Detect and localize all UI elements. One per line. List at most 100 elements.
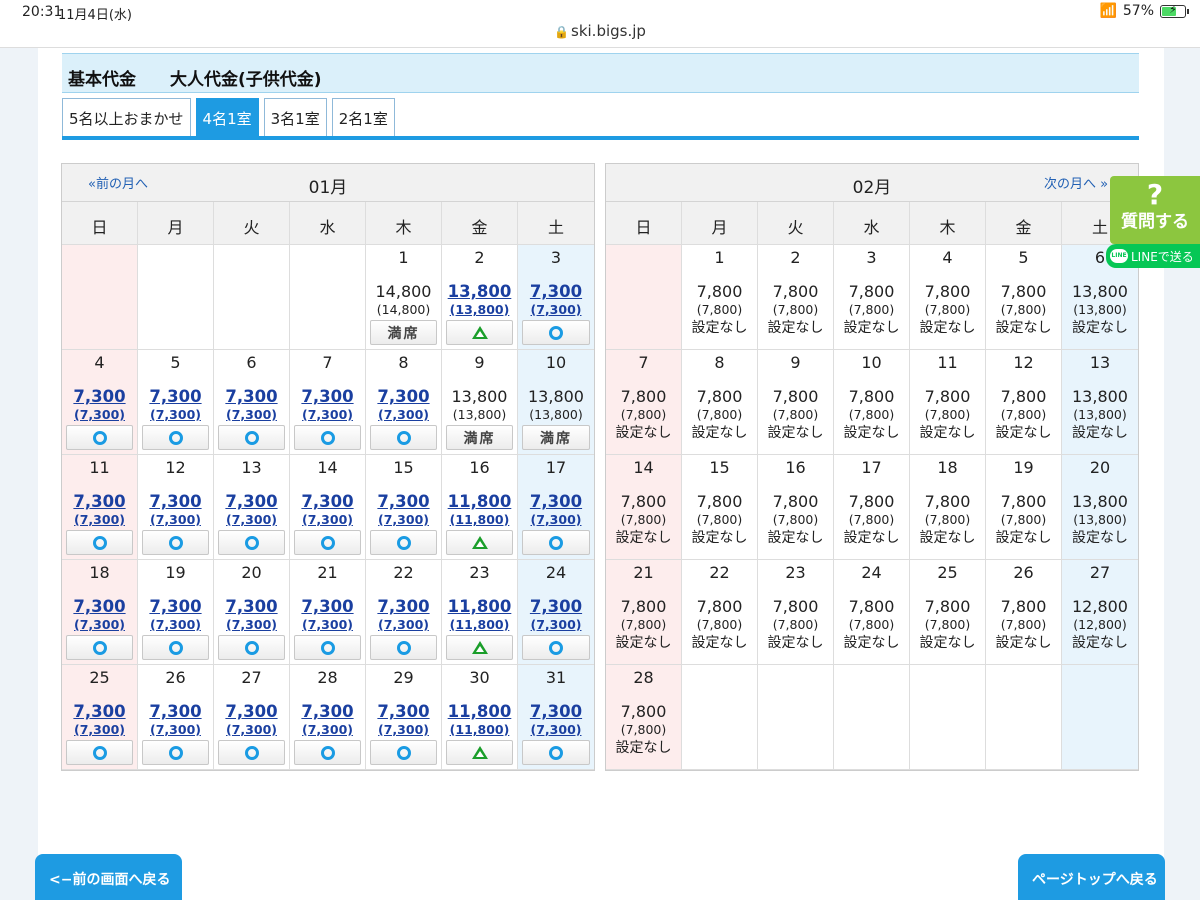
adult-price[interactable]: 13,800 <box>442 282 517 301</box>
child-price[interactable]: (7,300) <box>366 407 441 422</box>
calendar-january: «前の月へ 01月 日月火水木金土 1 14,800 (14,800) 満席 2 13,80… <box>61 163 595 771</box>
availability-badge[interactable] <box>370 740 437 765</box>
availability-badge[interactable] <box>142 530 209 555</box>
day-cell: 18 7,800 (7,800) 設定なし <box>910 455 986 560</box>
availability-badge[interactable] <box>218 635 285 660</box>
tab-2-per-room[interactable]: 2名1室 <box>331 98 395 136</box>
child-price[interactable]: (7,300) <box>62 617 137 632</box>
availability-badge[interactable]: 満席 <box>522 425 590 450</box>
adult-price[interactable]: 7,300 <box>62 492 137 511</box>
child-price[interactable]: (7,300) <box>214 512 289 527</box>
adult-price[interactable]: 7,300 <box>62 702 137 721</box>
adult-price[interactable]: 7,300 <box>138 492 213 511</box>
child-price[interactable]: (7,300) <box>214 617 289 632</box>
adult-price[interactable]: 7,300 <box>366 492 441 511</box>
availability-badge[interactable] <box>66 425 133 450</box>
availability-badge[interactable] <box>446 740 513 765</box>
back-button[interactable]: <−前の画面へ戻る <box>35 854 182 900</box>
child-price[interactable]: (11,800) <box>442 722 517 737</box>
child-price[interactable]: (7,300) <box>62 407 137 422</box>
child-price[interactable]: (7,300) <box>518 722 594 737</box>
tab-5-or-more[interactable]: 5名以上おまかせ <box>62 98 191 136</box>
adult-price[interactable]: 7,300 <box>518 282 594 301</box>
adult-price[interactable]: 7,300 <box>214 387 289 406</box>
line-share-button[interactable]: LINE LINEで送る <box>1106 244 1200 268</box>
adult-price[interactable]: 7,300 <box>62 387 137 406</box>
adult-price[interactable]: 7,300 <box>138 702 213 721</box>
adult-price[interactable]: 7,300 <box>214 492 289 511</box>
availability-badge[interactable] <box>142 635 209 660</box>
question-button[interactable]: ? 質問する <box>1110 176 1200 244</box>
adult-price[interactable]: 11,800 <box>442 702 517 721</box>
next-month-link[interactable]: 次の月へ » <box>1044 173 1108 192</box>
child-price[interactable]: (7,300) <box>214 722 289 737</box>
adult-price[interactable]: 7,300 <box>290 492 365 511</box>
adult-price[interactable]: 7,300 <box>214 597 289 616</box>
adult-price[interactable]: 11,800 <box>442 492 517 511</box>
availability-badge[interactable] <box>370 635 437 660</box>
availability-badge[interactable] <box>218 530 285 555</box>
child-price[interactable]: (7,300) <box>62 512 137 527</box>
adult-price[interactable]: 7,300 <box>62 597 137 616</box>
adult-price[interactable]: 7,300 <box>138 597 213 616</box>
adult-price[interactable]: 11,800 <box>442 597 517 616</box>
address-bar[interactable]: 🔒 ski.bigs.jp <box>0 22 1200 40</box>
child-price[interactable]: (7,300) <box>138 407 213 422</box>
child-price[interactable]: (11,800) <box>442 617 517 632</box>
adult-price[interactable]: 7,300 <box>366 702 441 721</box>
availability-badge[interactable] <box>522 635 590 660</box>
adult-price[interactable]: 7,300 <box>290 387 365 406</box>
availability-badge[interactable] <box>446 635 513 660</box>
day-cell: 19 7,300 (7,300) <box>138 560 214 665</box>
availability-badge[interactable] <box>294 740 361 765</box>
availability-badge[interactable] <box>294 425 361 450</box>
availability-badge[interactable] <box>370 425 437 450</box>
child-price[interactable]: (7,300) <box>366 617 441 632</box>
child-price[interactable]: (7,300) <box>290 722 365 737</box>
availability-badge[interactable] <box>66 530 133 555</box>
child-price[interactable]: (7,300) <box>214 407 289 422</box>
child-price[interactable]: (7,300) <box>366 722 441 737</box>
availability-badge[interactable] <box>66 740 133 765</box>
adult-price[interactable]: 7,300 <box>290 702 365 721</box>
adult-price[interactable]: 7,300 <box>290 597 365 616</box>
child-price[interactable]: (7,300) <box>138 722 213 737</box>
availability-badge[interactable] <box>66 635 133 660</box>
adult-price[interactable]: 7,300 <box>366 387 441 406</box>
tab-4-per-room[interactable]: 4名1室 <box>195 98 259 136</box>
availability-badge[interactable] <box>446 320 513 345</box>
child-price[interactable]: (7,300) <box>290 617 365 632</box>
adult-price[interactable]: 7,300 <box>366 597 441 616</box>
availability-badge[interactable] <box>370 530 437 555</box>
child-price[interactable]: (7,300) <box>62 722 137 737</box>
adult-price[interactable]: 7,300 <box>518 702 594 721</box>
page-top-button[interactable]: ページトップへ戻る <box>1018 854 1165 900</box>
availability-badge[interactable] <box>142 740 209 765</box>
child-price[interactable]: (7,300) <box>138 512 213 527</box>
child-price[interactable]: (7,300) <box>366 512 441 527</box>
availability-badge[interactable] <box>218 740 285 765</box>
availability-badge[interactable] <box>294 530 361 555</box>
child-price[interactable]: (11,800) <box>442 512 517 527</box>
adult-price[interactable]: 7,300 <box>214 702 289 721</box>
availability-badge[interactable] <box>522 320 590 345</box>
availability-badge[interactable] <box>446 530 513 555</box>
adult-price[interactable]: 7,300 <box>518 492 594 511</box>
availability-badge[interactable] <box>294 635 361 660</box>
child-price[interactable]: (7,300) <box>138 617 213 632</box>
availability-badge[interactable] <box>522 740 590 765</box>
availability-badge[interactable]: 満席 <box>446 425 513 450</box>
child-price[interactable]: (7,300) <box>518 302 594 317</box>
adult-price[interactable]: 7,300 <box>518 597 594 616</box>
tab-3-per-room[interactable]: 3名1室 <box>263 98 327 136</box>
availability-badge[interactable] <box>218 425 285 450</box>
child-price[interactable]: (13,800) <box>442 302 517 317</box>
availability-badge[interactable] <box>142 425 209 450</box>
child-price[interactable]: (7,300) <box>518 617 594 632</box>
child-price[interactable]: (7,300) <box>290 407 365 422</box>
child-price[interactable]: (7,300) <box>518 512 594 527</box>
adult-price[interactable]: 7,300 <box>138 387 213 406</box>
availability-badge[interactable]: 満席 <box>370 320 437 345</box>
availability-badge[interactable] <box>522 530 590 555</box>
child-price[interactable]: (7,300) <box>290 512 365 527</box>
